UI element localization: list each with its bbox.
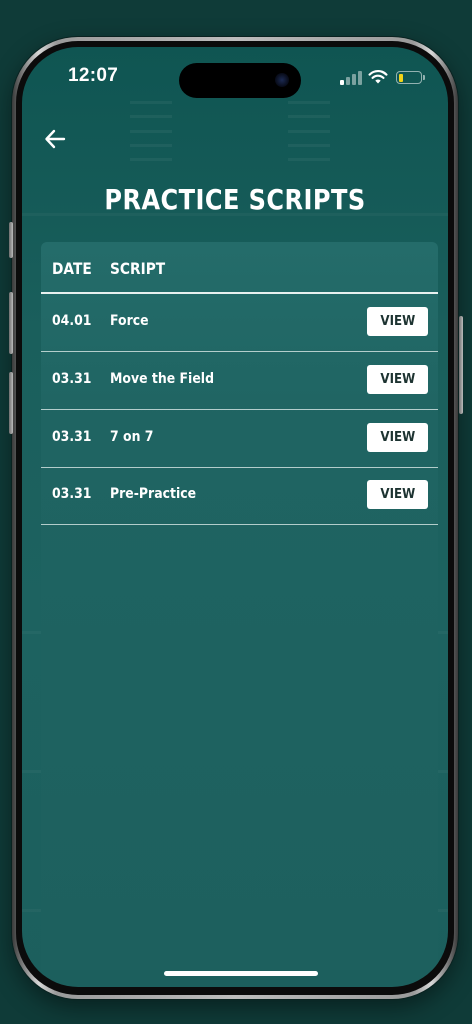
view-button-label: VIEW xyxy=(380,486,415,502)
camera-icon xyxy=(275,73,289,87)
field-hash-mark xyxy=(288,101,330,104)
field-hash-mark xyxy=(130,158,172,161)
row-date: 03.31 xyxy=(52,486,92,502)
action-button xyxy=(9,222,13,258)
view-button-label: VIEW xyxy=(380,429,415,445)
view-button-label: VIEW xyxy=(380,371,415,387)
scripts-table: DATE SCRIPT 04.01 Force VIEW 03.31 Move … xyxy=(41,242,438,970)
row-date: 04.01 xyxy=(52,313,92,329)
field-hash-mark xyxy=(130,115,172,118)
row-date: 03.31 xyxy=(52,429,92,445)
view-button[interactable]: VIEW xyxy=(367,423,428,452)
column-header-script: SCRIPT xyxy=(110,259,166,278)
view-button-label: VIEW xyxy=(380,313,415,329)
column-header-date: DATE xyxy=(52,259,92,278)
volume-down-button xyxy=(9,372,13,434)
back-button[interactable] xyxy=(42,125,70,153)
battery-cap xyxy=(423,75,425,80)
field-hash-mark xyxy=(288,144,330,147)
field-hash-mark xyxy=(288,115,330,118)
table-row: 03.31 Move the Field VIEW xyxy=(41,352,438,410)
row-script-name: 7 on 7 xyxy=(110,429,154,445)
screen: 12:07 PRACTICE SCRIPTS DATE SCRIPT 04.01… xyxy=(22,47,448,987)
table-row: 03.31 Pre-Practice VIEW xyxy=(41,467,438,525)
view-button[interactable]: VIEW xyxy=(367,480,428,509)
table-row: 04.01 Force VIEW xyxy=(41,294,438,352)
battery-icon xyxy=(396,71,422,84)
view-button[interactable]: VIEW xyxy=(367,365,428,394)
field-hash-mark xyxy=(130,101,172,104)
table-header: DATE SCRIPT xyxy=(41,242,438,294)
field-hash-mark xyxy=(288,130,330,133)
field-hash-mark xyxy=(130,144,172,147)
row-script-name: Move the Field xyxy=(110,371,214,387)
row-script-name: Pre-Practice xyxy=(110,486,197,502)
row-date: 03.31 xyxy=(52,371,92,387)
cellular-signal-icon xyxy=(340,71,362,85)
page-title: PRACTICE SCRIPTS xyxy=(104,183,366,216)
field-hash-mark xyxy=(130,130,172,133)
status-time: 12:07 xyxy=(68,65,119,86)
wifi-icon xyxy=(368,69,388,85)
home-indicator[interactable] xyxy=(164,971,318,976)
dynamic-island xyxy=(179,63,301,98)
arrow-left-icon xyxy=(45,129,66,149)
power-button xyxy=(459,316,463,414)
field-hash-mark xyxy=(288,158,330,161)
table-row: 03.31 7 on 7 VIEW xyxy=(41,410,438,468)
view-button[interactable]: VIEW xyxy=(367,307,428,336)
row-script-name: Force xyxy=(110,313,149,329)
stage: 12:07 PRACTICE SCRIPTS DATE SCRIPT 04.01… xyxy=(0,0,472,1024)
volume-up-button xyxy=(9,292,13,354)
battery-level-fill xyxy=(398,73,403,82)
